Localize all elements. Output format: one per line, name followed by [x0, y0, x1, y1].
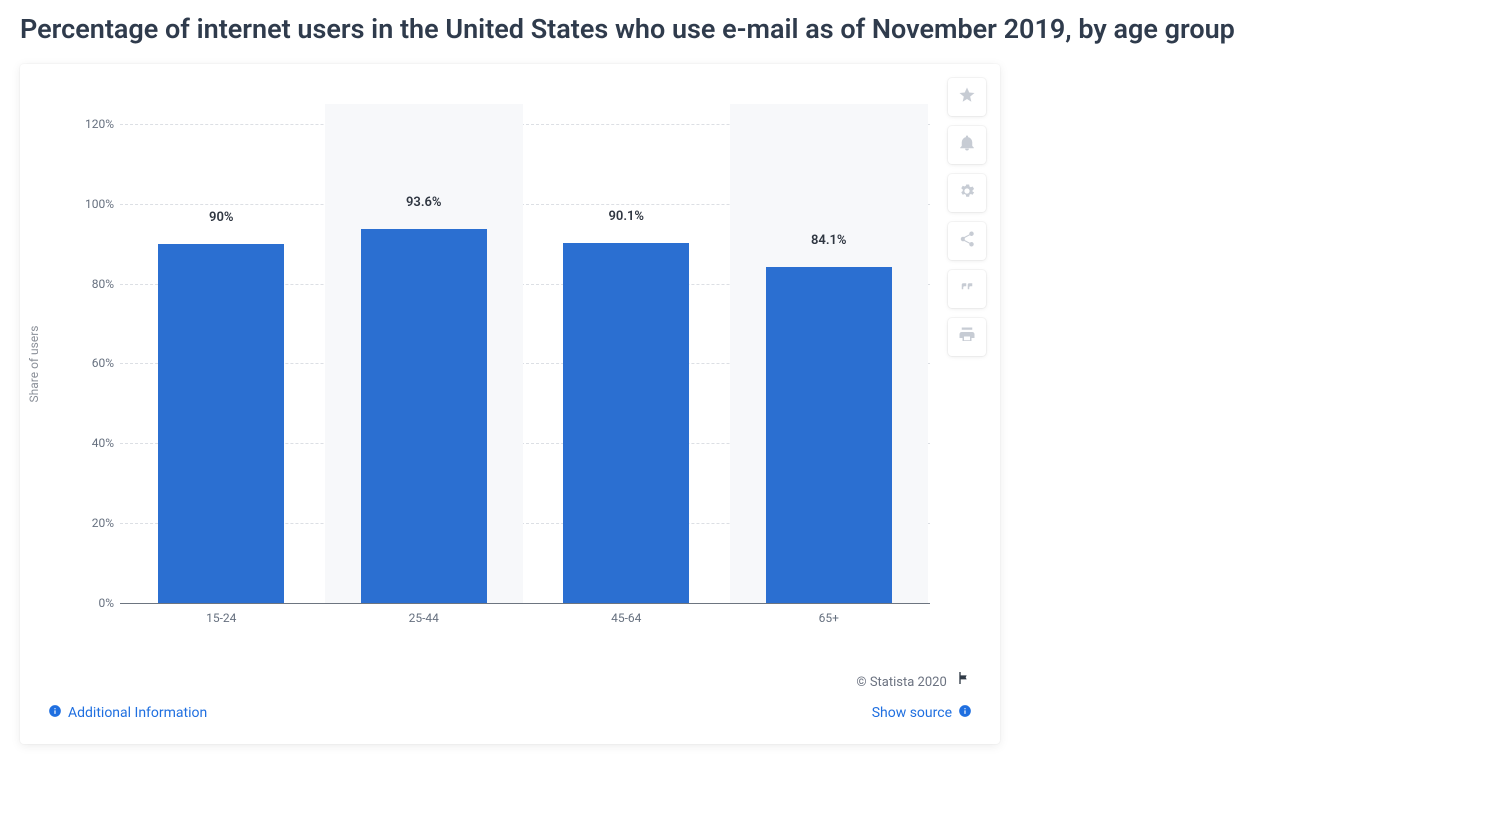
y-tick-label: 0% — [74, 596, 114, 610]
x-tick-label: 15-24 — [206, 611, 236, 625]
info-icon — [958, 704, 972, 722]
share-icon — [958, 230, 976, 252]
quote-icon — [958, 278, 976, 300]
bar-value-label: 93.6% — [406, 195, 442, 210]
x-tick-label: 65+ — [819, 611, 839, 625]
settings-button[interactable] — [948, 174, 986, 212]
y-tick-label: 120% — [74, 117, 114, 131]
x-tick-label: 45-64 — [611, 611, 641, 625]
share-button[interactable] — [948, 222, 986, 260]
bar-value-label: 84.1% — [811, 233, 847, 248]
bar-value-label: 90.1% — [608, 209, 644, 224]
plot-area: 0%20%40%60%80%100%120%90%15-2493.6%25-44… — [120, 104, 930, 604]
chart-card: Share of users 0%20%40%60%80%100%120%90%… — [20, 64, 1000, 744]
bar[interactable] — [158, 244, 284, 603]
print-button[interactable] — [948, 318, 986, 356]
bell-icon — [958, 134, 976, 156]
gear-icon — [958, 182, 976, 204]
bar[interactable] — [563, 243, 689, 603]
y-axis-label: Share of users — [27, 326, 41, 403]
bar[interactable] — [766, 267, 892, 603]
bar-value-label: 90% — [209, 210, 233, 225]
y-tick-label: 60% — [74, 356, 114, 370]
additional-info-link[interactable]: Additional Information — [48, 704, 207, 722]
copyright-text: © Statista 2020 — [856, 670, 972, 690]
flag-icon[interactable] — [956, 670, 972, 686]
print-icon — [958, 326, 976, 348]
show-source-link[interactable]: Show source — [872, 704, 972, 722]
favorite-button[interactable] — [948, 78, 986, 116]
info-icon — [48, 704, 62, 722]
bar[interactable] — [361, 229, 487, 603]
cite-button[interactable] — [948, 270, 986, 308]
chart-area: Share of users 0%20%40%60%80%100%120%90%… — [40, 84, 940, 644]
alert-button[interactable] — [948, 126, 986, 164]
page-title: Percentage of internet users in the Unit… — [20, 12, 1460, 46]
star-icon — [958, 86, 976, 108]
y-tick-label: 80% — [74, 277, 114, 291]
chart-toolbar — [948, 78, 986, 356]
y-tick-label: 100% — [74, 197, 114, 211]
x-tick-label: 25-44 — [409, 611, 439, 625]
y-tick-label: 40% — [74, 436, 114, 450]
y-tick-label: 20% — [74, 516, 114, 530]
